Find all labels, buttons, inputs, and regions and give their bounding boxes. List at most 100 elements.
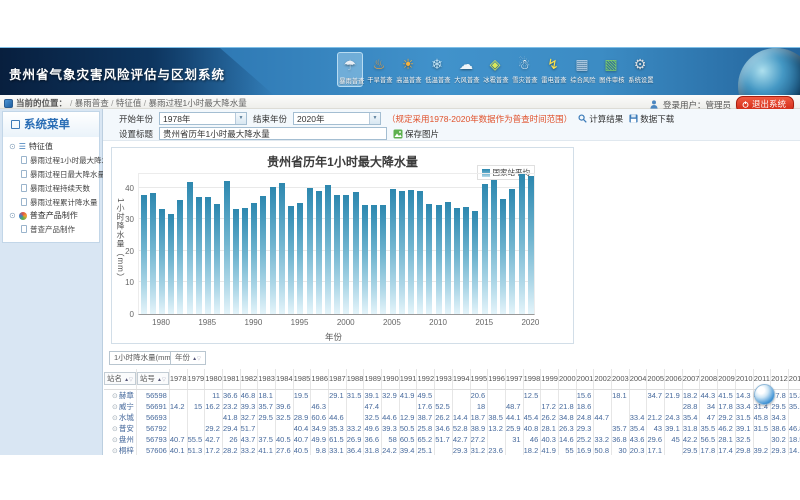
table-row-57606[interactable]: ⊙桐梓5760640.151.317.228.233.241.127.640.5… bbox=[104, 445, 800, 456]
station-radio-icon[interactable]: ⊙ bbox=[112, 448, 118, 455]
bar-1997[interactable] bbox=[316, 191, 322, 314]
breadcrumb-item[interactable]: 特征值 bbox=[116, 98, 142, 108]
bar-2015[interactable] bbox=[482, 184, 488, 314]
year-column-header[interactable]: 2001 bbox=[576, 369, 594, 389]
start-year-select[interactable]: 1978年 ▼ bbox=[159, 112, 247, 125]
bar-1978[interactable] bbox=[141, 195, 147, 314]
bar-1983[interactable] bbox=[187, 182, 193, 314]
bar-2017[interactable] bbox=[500, 199, 506, 314]
bar-1990[interactable] bbox=[251, 203, 257, 314]
bar-2009[interactable] bbox=[426, 204, 432, 314]
year-column-header[interactable]: 2012 bbox=[771, 369, 789, 389]
year-column-header[interactable]: 2002 bbox=[594, 369, 612, 389]
year-column-header[interactable]: 1994 bbox=[452, 369, 470, 389]
bar-1995[interactable] bbox=[297, 203, 303, 314]
calculate-button[interactable]: 计算结果 bbox=[578, 113, 623, 125]
year-sort-box[interactable]: 年份 ▲▽ bbox=[170, 351, 206, 365]
sidebar-group-features[interactable]: ⊙☰特征值 bbox=[5, 140, 99, 153]
bar-1989[interactable] bbox=[242, 208, 248, 314]
nav-hail[interactable]: ◈冰雹普查 bbox=[482, 52, 508, 87]
sort-station-name[interactable]: 站名 ▲▽ bbox=[104, 372, 136, 385]
station-radio-icon[interactable]: ⊙ bbox=[112, 437, 118, 444]
year-column-header[interactable]: 1993 bbox=[435, 369, 453, 389]
year-column-header[interactable]: 1984 bbox=[275, 369, 293, 389]
sidebar-item[interactable]: 暴雨过程累计降水量 bbox=[5, 195, 99, 209]
year-column-header[interactable]: 1991 bbox=[399, 369, 417, 389]
year-column-header[interactable]: 2008 bbox=[700, 369, 718, 389]
table-row-56693[interactable]: ⊙水城5669341.832.729.532.528.960.644.632.5… bbox=[104, 412, 800, 423]
station-radio-icon[interactable]: ⊙ bbox=[112, 415, 118, 422]
table-row-56691[interactable]: ⊙威宁5669114.21516.223.239.335.739.646.347… bbox=[104, 401, 800, 412]
breadcrumb-item[interactable]: 暴雨过程1小时最大降水量 bbox=[148, 98, 246, 108]
station-radio-icon[interactable]: ⊙ bbox=[112, 426, 118, 433]
year-column-header[interactable]: 1978 bbox=[169, 369, 187, 389]
bar-1999[interactable] bbox=[334, 195, 340, 314]
sort-desc-icon[interactable]: ▽ bbox=[197, 356, 201, 362]
year-column-header[interactable]: 2013 bbox=[788, 369, 800, 389]
nav-lightning[interactable]: ↯雷电普查 bbox=[540, 52, 566, 87]
year-column-header[interactable]: 2003 bbox=[612, 369, 630, 389]
year-column-header[interactable]: 1997 bbox=[505, 369, 523, 389]
bar-2013[interactable] bbox=[463, 207, 469, 314]
bar-2020[interactable] bbox=[528, 176, 534, 314]
download-button[interactable]: 数据下载 bbox=[629, 113, 674, 125]
bar-1992[interactable] bbox=[270, 187, 276, 314]
nav-rainstorm[interactable]: ☂暴雨普查 bbox=[337, 52, 363, 87]
bar-2005[interactable] bbox=[390, 189, 396, 314]
bar-1991[interactable] bbox=[260, 196, 266, 314]
bar-1988[interactable] bbox=[233, 209, 239, 314]
chart-title-input[interactable] bbox=[159, 127, 387, 140]
bar-2019[interactable] bbox=[519, 174, 525, 314]
year-column-header[interactable]: 1981 bbox=[222, 369, 240, 389]
bar-2003[interactable] bbox=[371, 205, 377, 314]
bar-1981[interactable] bbox=[168, 214, 174, 314]
year-column-header[interactable]: 1979 bbox=[187, 369, 205, 389]
year-column-header[interactable]: 1982 bbox=[240, 369, 258, 389]
nav-low-temp[interactable]: ❄低温普查 bbox=[424, 52, 450, 87]
bar-1985[interactable] bbox=[205, 197, 211, 314]
year-column-header[interactable]: 2000 bbox=[558, 369, 576, 389]
year-column-header[interactable]: 1992 bbox=[417, 369, 435, 389]
sort-station-id[interactable]: 站号 ▲▽ bbox=[137, 372, 169, 385]
year-column-header[interactable]: 1985 bbox=[293, 369, 311, 389]
year-column-header[interactable]: 1986 bbox=[311, 369, 329, 389]
year-column-header[interactable]: 2009 bbox=[718, 369, 736, 389]
year-column-header[interactable]: 1987 bbox=[329, 369, 347, 389]
bar-2018[interactable] bbox=[509, 189, 515, 314]
nav-comprehensive-risk[interactable]: ▦综合风险 bbox=[569, 52, 595, 87]
year-column-header[interactable]: 1996 bbox=[488, 369, 506, 389]
year-column-header[interactable]: 1998 bbox=[523, 369, 541, 389]
bar-1980[interactable] bbox=[159, 209, 165, 314]
bar-1993[interactable] bbox=[279, 183, 285, 314]
year-column-header[interactable]: 1990 bbox=[382, 369, 400, 389]
year-column-header[interactable]: 1995 bbox=[470, 369, 488, 389]
year-column-header[interactable]: 1989 bbox=[364, 369, 382, 389]
sidebar-item[interactable]: 普查产品制作 bbox=[5, 222, 99, 236]
bar-1994[interactable] bbox=[288, 206, 294, 314]
nav-map-review[interactable]: ▧图件审核 bbox=[598, 52, 624, 87]
nav-snow-disaster[interactable]: ☃雪灾普查 bbox=[511, 52, 537, 87]
bar-2006[interactable] bbox=[399, 191, 405, 314]
bar-2014[interactable] bbox=[472, 211, 478, 315]
sidebar-item[interactable]: 暴雨过程日最大降水量 bbox=[5, 167, 99, 181]
table-row-56792[interactable]: ⊙普安5679229.229.451.740.434.935.333.249.6… bbox=[104, 423, 800, 434]
save-image-button[interactable]: 保存图片 bbox=[393, 128, 439, 140]
nav-drought[interactable]: ♨干旱普查 bbox=[366, 52, 392, 87]
end-year-select[interactable]: 2020年 ▼ bbox=[293, 112, 381, 125]
year-column-header[interactable]: 1988 bbox=[346, 369, 364, 389]
bar-1996[interactable] bbox=[307, 188, 313, 314]
year-column-header[interactable]: 2006 bbox=[665, 369, 683, 389]
sidebar-item[interactable]: 暴雨过程1小时最大降水量 bbox=[5, 153, 99, 167]
expand-toggle-icon[interactable]: ⊙ bbox=[9, 211, 16, 220]
breadcrumb-item[interactable]: 暴雨普查 bbox=[75, 98, 109, 108]
bar-1986[interactable] bbox=[214, 204, 220, 314]
floating-widget-icon[interactable] bbox=[754, 384, 775, 405]
station-radio-icon[interactable]: ⊙ bbox=[112, 393, 118, 400]
bar-1984[interactable] bbox=[196, 197, 202, 314]
bar-1987[interactable] bbox=[224, 181, 230, 314]
sidebar-item[interactable]: 暴雨过程持续天数 bbox=[5, 181, 99, 195]
bar-2001[interactable] bbox=[353, 192, 359, 314]
year-column-header[interactable]: 2010 bbox=[735, 369, 753, 389]
year-column-header[interactable]: 1983 bbox=[258, 369, 276, 389]
nav-high-temp[interactable]: ☀高温普查 bbox=[395, 52, 421, 87]
